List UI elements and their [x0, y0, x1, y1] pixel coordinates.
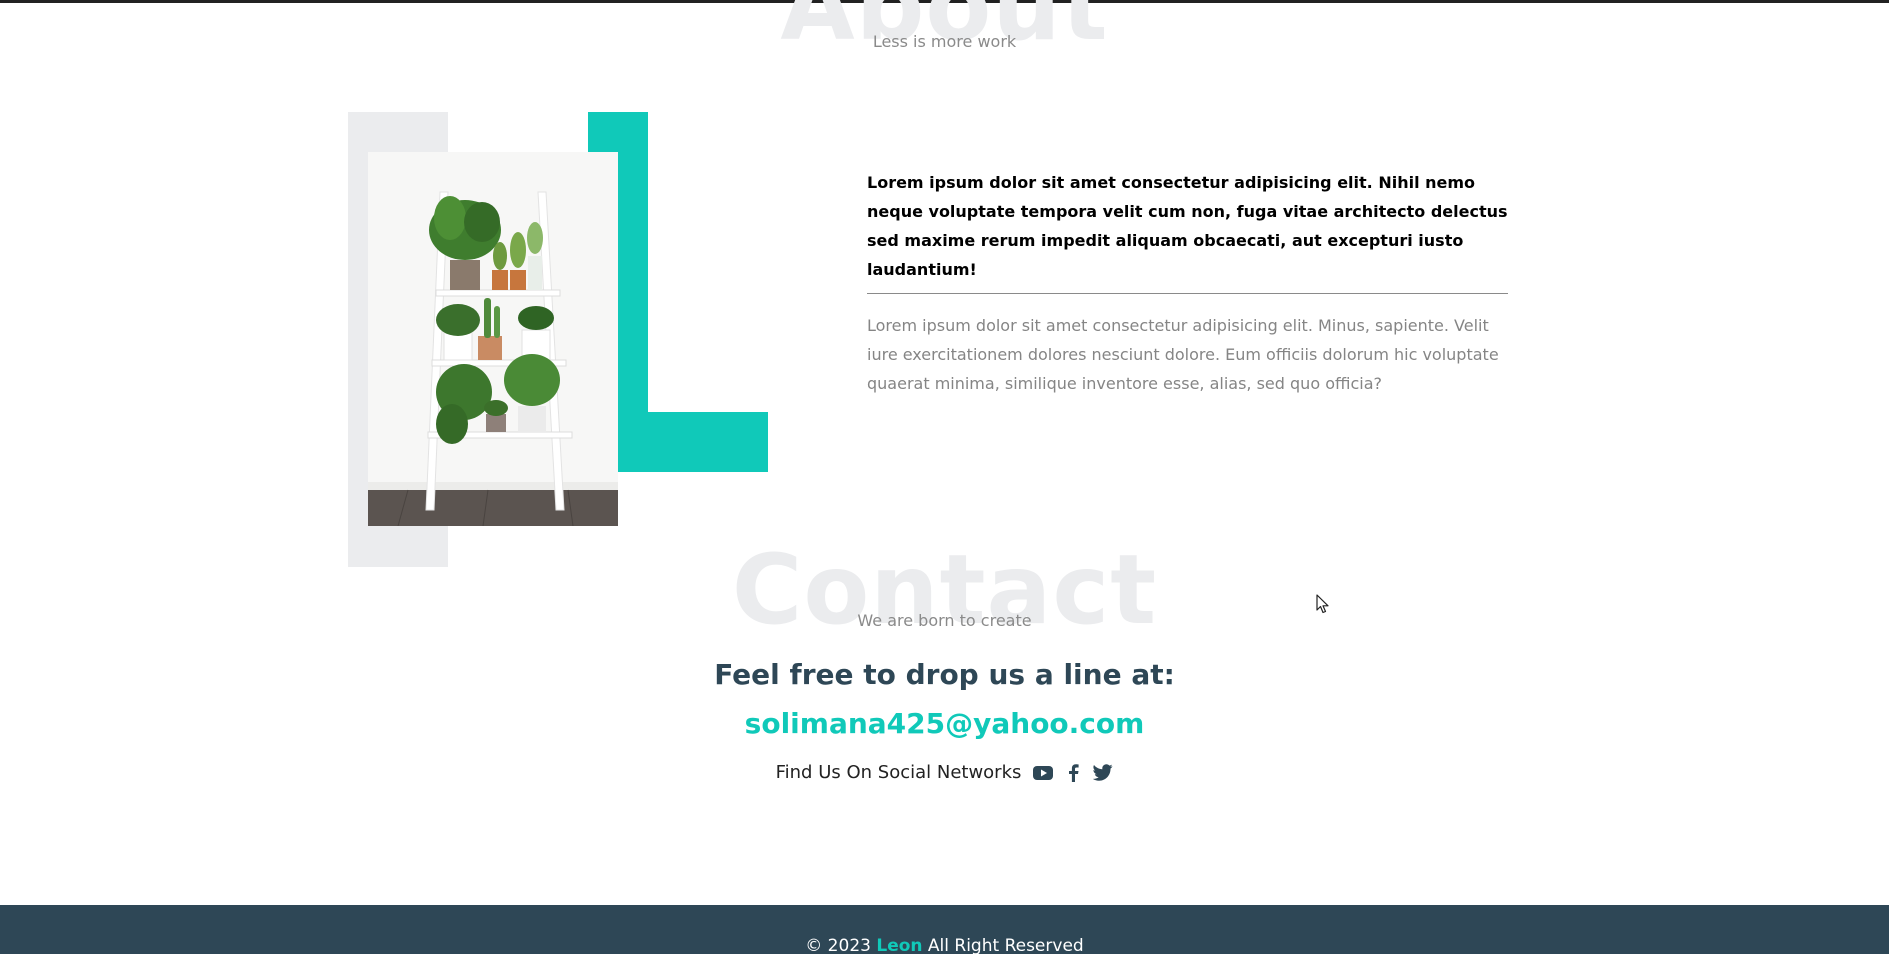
youtube-icon[interactable]: [1033, 763, 1054, 783]
twitter-icon[interactable]: [1093, 763, 1113, 783]
page: About Less is more work Lorem ipsum dolo…: [0, 0, 1889, 954]
footer-copyright: © 2023 Leon All Right Reserved: [0, 936, 1889, 954]
contact-heading: Feel free to drop us a line at:: [714, 658, 1175, 691]
contact-email: solimana425@yahoo.com: [0, 707, 1889, 740]
about-subtitle: Less is more work: [872, 32, 1017, 51]
footer: © 2023 Leon All Right Reserved: [0, 905, 1889, 954]
footer-suffix: All Right Reserved: [927, 936, 1084, 954]
footer-prefix: © 2023: [805, 936, 871, 954]
plant-shelf-illustration: [368, 152, 618, 526]
about-divider: [867, 293, 1508, 294]
contact-email-link[interactable]: solimana425@yahoo.com: [745, 707, 1145, 740]
mouse-cursor-icon: [1316, 594, 1329, 614]
plant-shelf-photo: [368, 152, 618, 526]
social-label: Find Us On Social Networks: [775, 762, 1022, 783]
social-row: Find Us On Social Networks: [0, 762, 1889, 783]
about-body-text: Lorem ipsum dolor sit amet consectetur a…: [867, 316, 1499, 393]
contact-subtitle: We are born to create: [857, 611, 1032, 630]
footer-brand-link[interactable]: Leon: [876, 936, 922, 954]
decor-white-cutout: [648, 112, 768, 412]
facebook-icon[interactable]: [1063, 763, 1083, 783]
about-lead-text: Lorem ipsum dolor sit amet consectetur a…: [867, 173, 1508, 279]
